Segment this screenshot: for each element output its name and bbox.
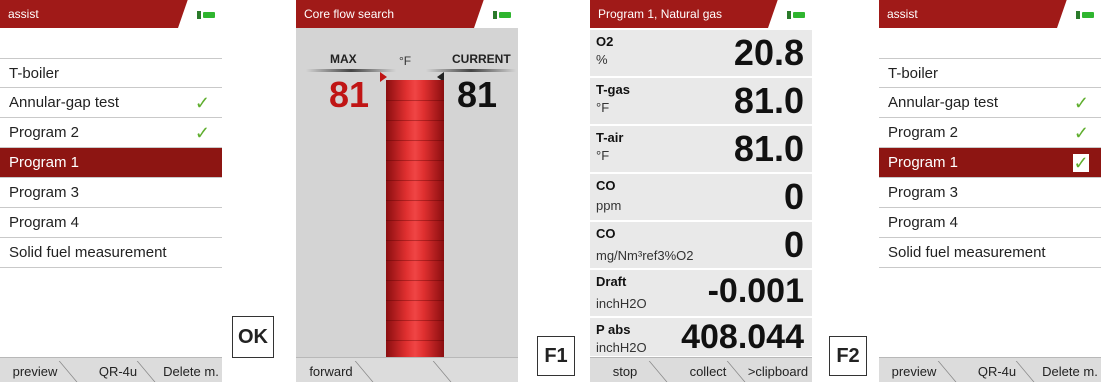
title-bar: assist (879, 0, 1101, 28)
check-icon: ✓ (1073, 123, 1089, 143)
screen-core-flow: Core flow search MAX °F CURRENT 81 81 fo… (296, 0, 518, 382)
list-item[interactable]: Solid fuel measurement (0, 238, 222, 268)
check-icon: ✓ (194, 123, 210, 143)
list-item[interactable]: Annular-gap test ✓ (0, 88, 222, 118)
clipboard-softkey[interactable]: >clipboard (744, 358, 812, 382)
list-item[interactable]: Solid fuel measurement (879, 238, 1101, 268)
list-item-selected[interactable]: Program 1 ✓ (879, 148, 1101, 178)
softkey-bar: preview QR-4u Delete m. (0, 357, 222, 382)
list-item[interactable]: Program 4 (879, 208, 1101, 238)
screen-title: assist (8, 7, 39, 21)
list-item[interactable]: Program 3 (879, 178, 1101, 208)
screen-measurement: Program 1, Natural gas O2 % 20.8 T-gas °… (590, 0, 812, 382)
measurement-row: O2 % 20.8 (590, 30, 812, 78)
max-value: 81 (329, 74, 370, 115)
measurement-row: Draft inchH2O -0.001 (590, 270, 812, 318)
softkey-bar: forward (296, 357, 518, 382)
check-icon: ✓ (194, 93, 210, 113)
list-item[interactable]: T-boiler (0, 58, 222, 88)
list-item[interactable]: Program 2 ✓ (0, 118, 222, 148)
list-item-selected[interactable]: Program 1 (0, 148, 222, 178)
program-list: T-boiler Annular-gap test ✓ Program 2 ✓ Pr… (879, 58, 1101, 268)
preview-softkey[interactable]: preview (4, 358, 66, 382)
softkey-bar: stop collect >clipboard (590, 357, 812, 382)
list-item[interactable]: T-boiler (879, 58, 1101, 88)
delete-softkey[interactable]: Delete m. (160, 358, 222, 382)
temperature-bar (386, 80, 444, 360)
current-label: CURRENT (452, 52, 511, 66)
list-item[interactable]: Program 2 ✓ (879, 118, 1101, 148)
screen-title: Program 1, Natural gas (598, 7, 723, 21)
screen-assist-1: assist T-boiler Annular-gap test ✓ Progra… (0, 0, 222, 382)
measurement-row: T-gas °F 81.0 (590, 78, 812, 126)
list-item[interactable]: Program 4 (0, 208, 222, 238)
unit-label: °F (399, 54, 412, 68)
screen-title: Core flow search (304, 7, 395, 21)
max-label: MAX (330, 52, 357, 66)
stop-softkey[interactable]: stop (594, 358, 656, 382)
screen-title: assist (887, 7, 918, 21)
title-bar: Program 1, Natural gas (590, 0, 812, 28)
list-item[interactable]: Program 3 (0, 178, 222, 208)
program-list: T-boiler Annular-gap test ✓ Program 2 ✓ Pr… (0, 58, 222, 268)
ok-key[interactable]: OK (232, 316, 274, 358)
core-flow-panel: MAX °F CURRENT 81 81 (296, 28, 518, 360)
check-icon: ✓ (1073, 153, 1089, 173)
preview-softkey[interactable]: preview (883, 358, 945, 382)
screen-assist-2: assist T-boiler Annular-gap test ✓ Progra… (879, 0, 1101, 382)
title-bar: Core flow search (296, 0, 518, 28)
forward-softkey[interactable]: forward (300, 358, 362, 382)
measurement-row: P abs inchH2O 408.044 (590, 318, 812, 358)
f1-key[interactable]: F1 (537, 336, 575, 376)
softkey-bar: preview QR-4u Delete m. (879, 357, 1101, 382)
measurement-row: CO ppm 0 (590, 174, 812, 222)
title-bar: assist (0, 0, 222, 28)
check-icon: ✓ (1073, 93, 1089, 113)
current-value: 81 (457, 74, 498, 115)
f2-key[interactable]: F2 (829, 336, 867, 376)
list-item[interactable]: Annular-gap test ✓ (879, 88, 1101, 118)
measurement-row: CO mg/Nm³ref3%O2 0 (590, 222, 812, 270)
delete-softkey[interactable]: Delete m. (1039, 358, 1101, 382)
measurement-row: T-air °F 81.0 (590, 126, 812, 174)
